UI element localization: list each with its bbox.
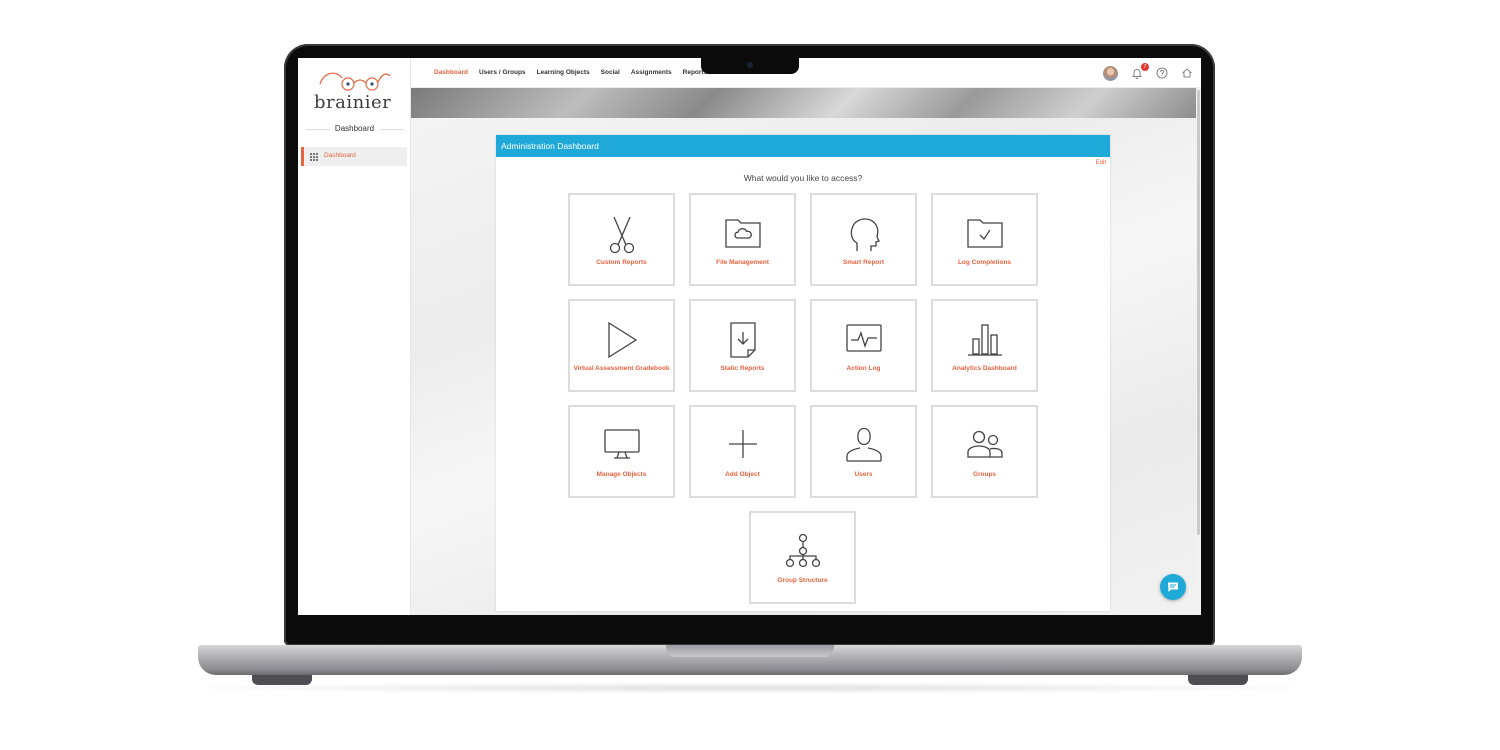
folder-check-icon bbox=[966, 219, 1003, 248]
tile-label: Smart Report bbox=[842, 259, 885, 266]
camera-icon bbox=[747, 62, 753, 68]
bar-chart-icon bbox=[967, 324, 1002, 356]
home-icon[interactable] bbox=[1181, 67, 1193, 79]
laptop-shadow bbox=[150, 682, 1350, 694]
top-bar: Dashboard Users / Groups Learning Object… bbox=[411, 58, 1201, 88]
grid-icon bbox=[310, 153, 318, 161]
folder-cloud-icon bbox=[724, 219, 761, 248]
nav-learning-objects[interactable]: Learning Objects bbox=[537, 69, 590, 76]
document-download-icon bbox=[729, 322, 756, 358]
tile-label: Action Log bbox=[846, 365, 881, 372]
sidebar: brainier Dashboard Dashboard bbox=[298, 58, 411, 615]
tile-label: Custom Reports bbox=[596, 259, 647, 266]
pulse-monitor-icon bbox=[845, 324, 882, 352]
scrollbar-thumb[interactable] bbox=[1197, 90, 1200, 535]
sidebar-item-label: Dashboard bbox=[324, 152, 356, 159]
laptop-notch bbox=[701, 58, 799, 74]
tile-label: Group Structure bbox=[777, 577, 828, 584]
laptop-base-lip bbox=[666, 645, 834, 657]
tile-groups[interactable]: Groups bbox=[931, 405, 1038, 498]
edit-link[interactable]: Edit bbox=[1096, 160, 1106, 166]
hierarchy-icon bbox=[785, 533, 820, 568]
tile-add-object[interactable]: Add Object bbox=[689, 405, 796, 498]
top-nav: Dashboard Users / Groups Learning Object… bbox=[434, 69, 707, 76]
admin-dashboard-panel: Administration Dashboard Edit What would… bbox=[496, 135, 1110, 611]
tile-label: File Management bbox=[716, 259, 769, 266]
chat-button[interactable] bbox=[1160, 574, 1186, 600]
logo-text: brainier bbox=[314, 92, 392, 113]
help-icon[interactable] bbox=[1156, 67, 1168, 79]
tile-label: Add Object bbox=[725, 471, 760, 478]
plus-icon bbox=[728, 430, 757, 458]
nav-assignments[interactable]: Assignments bbox=[631, 69, 672, 76]
access-question: What would you like to access? bbox=[743, 173, 863, 183]
avatar[interactable] bbox=[1103, 66, 1118, 81]
chat-bubble-icon bbox=[1168, 582, 1178, 592]
tile-action-log[interactable]: Action Log bbox=[810, 299, 917, 392]
scrollbar[interactable] bbox=[1196, 88, 1201, 615]
tile-custom-reports[interactable]: Custom Reports bbox=[568, 193, 675, 286]
nav-dashboard[interactable]: Dashboard bbox=[434, 69, 468, 76]
head-profile-icon bbox=[850, 218, 880, 251]
scissors-icon bbox=[609, 216, 634, 254]
group-icon bbox=[966, 430, 1003, 458]
tile-label: Log Completions bbox=[957, 259, 1012, 266]
panel-title: Administration Dashboard bbox=[501, 141, 599, 151]
tile-virtual-assessment-gradebook[interactable]: Virtual Assessment Gradebook bbox=[568, 299, 675, 392]
brainier-logo[interactable]: brainier bbox=[310, 66, 400, 113]
nav-social[interactable]: Social bbox=[601, 69, 620, 76]
tile-label: Static Reports bbox=[720, 365, 765, 372]
tile-static-reports[interactable]: Static Reports bbox=[689, 299, 796, 392]
nav-users-groups[interactable]: Users / Groups bbox=[479, 69, 526, 76]
tile-analytics-dashboard[interactable]: Analytics Dashboard bbox=[931, 299, 1038, 392]
panel-header: Administration Dashboard bbox=[496, 135, 1110, 157]
header-banner bbox=[411, 88, 1196, 118]
divider bbox=[380, 129, 404, 130]
tile-log-completions[interactable]: Log Completions bbox=[931, 193, 1038, 286]
sidebar-item-dashboard[interactable]: Dashboard bbox=[301, 147, 407, 166]
notification-badge: 7 bbox=[1141, 63, 1149, 71]
tile-label: Groups bbox=[972, 471, 997, 478]
tile-label: Virtual Assessment Gradebook bbox=[573, 365, 670, 372]
tile-group-structure[interactable]: Group Structure bbox=[749, 511, 856, 604]
monitor-icon bbox=[603, 429, 640, 459]
app-screen: brainier Dashboard Dashboard Dashboard U… bbox=[298, 58, 1201, 615]
play-icon bbox=[607, 321, 637, 359]
tile-file-management[interactable]: File Management bbox=[689, 193, 796, 286]
tile-label: Analytics Dashboard bbox=[952, 365, 1017, 372]
tile-label: Users bbox=[854, 471, 873, 478]
tile-manage-objects[interactable]: Manage Objects bbox=[568, 405, 675, 498]
tile-label: Manage Objects bbox=[596, 471, 647, 478]
tile-smart-report[interactable]: Smart Report bbox=[810, 193, 917, 286]
tile-users[interactable]: Users bbox=[810, 405, 917, 498]
user-icon bbox=[845, 427, 882, 462]
